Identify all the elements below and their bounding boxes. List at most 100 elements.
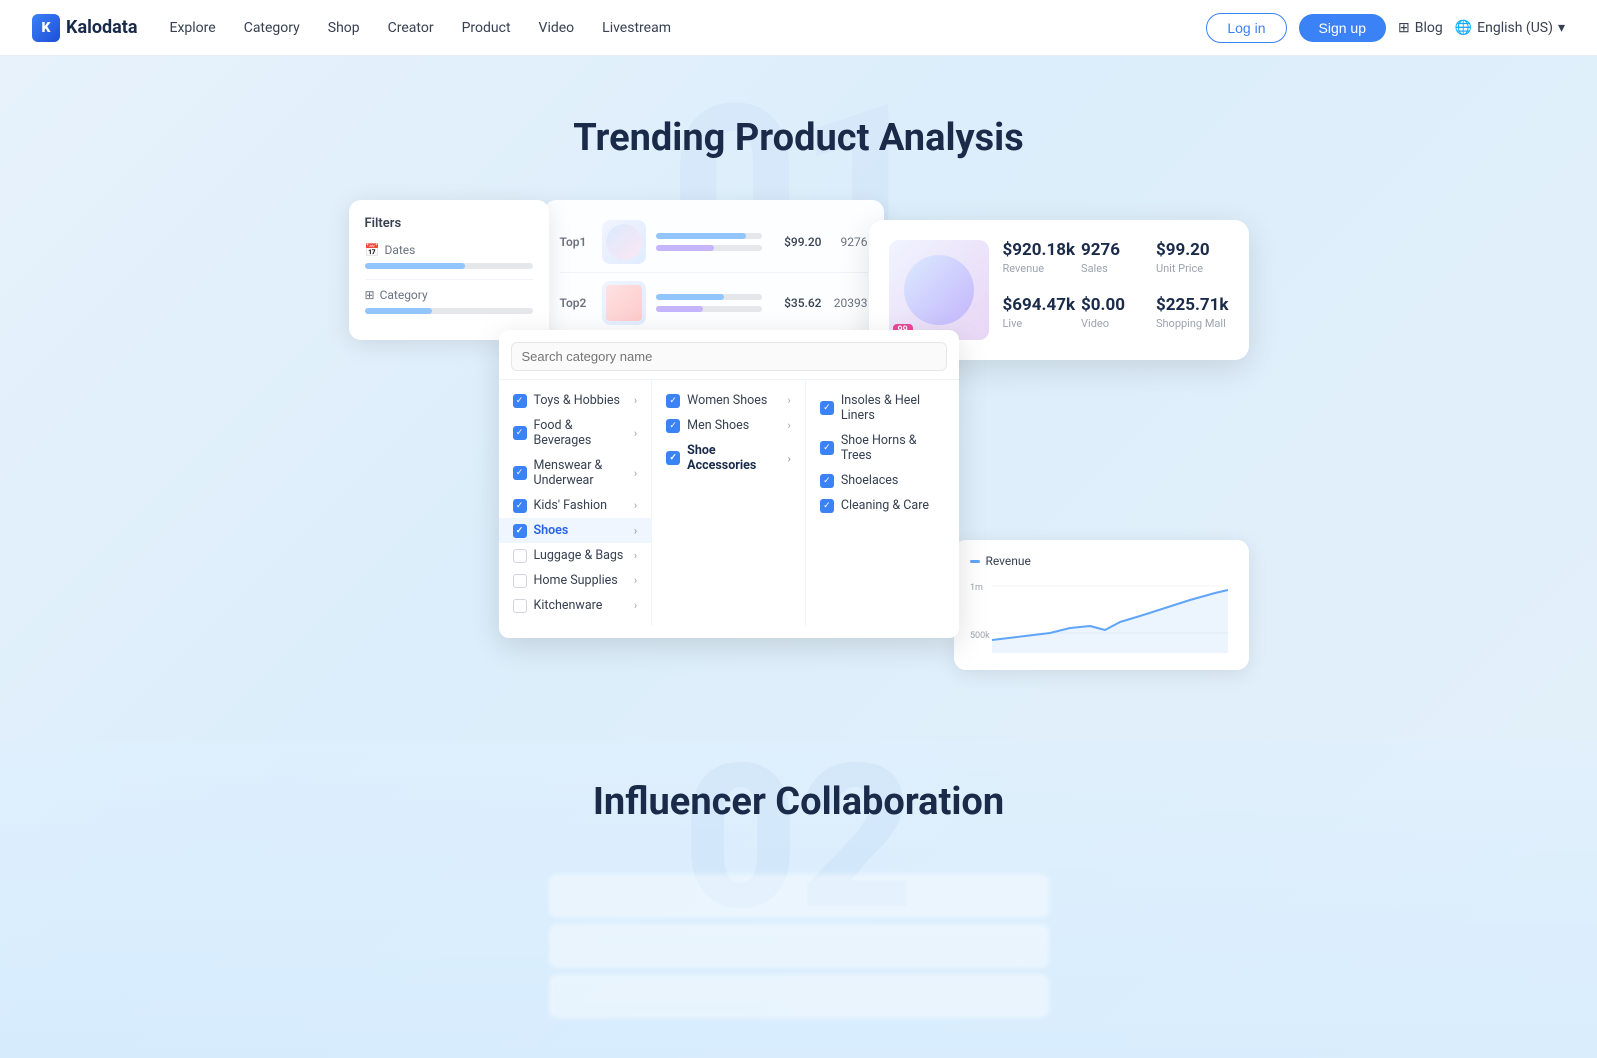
category-filter[interactable]: ⊞ Category	[365, 288, 533, 314]
cat-arrow-luggage: ›	[634, 549, 637, 562]
chart-svg: 1m 500k	[970, 578, 1230, 658]
thumb-img-2	[606, 285, 642, 321]
stat-video-value: $0.00	[1081, 295, 1150, 315]
chart-legend: Revenue	[970, 554, 1233, 568]
cat-food[interactable]: ✓ Food & Beverages ›	[499, 413, 652, 453]
product-bar-fill-2	[656, 294, 725, 300]
stat-video: $0.00 Video	[1081, 295, 1150, 340]
cat-shoe-horns[interactable]: ✓ Shoe Horns & Trees	[806, 428, 959, 468]
cat-insoles[interactable]: ✓ Insoles & Heel Liners	[806, 388, 959, 428]
stat-sales-value: 9276	[1081, 240, 1150, 260]
nav-links: Explore Category Shop Creator Product Vi…	[170, 20, 1207, 36]
stat-live: $694.47k Live	[1003, 295, 1076, 340]
cards-area: Filters 📅 Dates ⊞ Category	[349, 200, 1249, 660]
stat-unit-price-label: Unit Price	[1156, 262, 1229, 275]
dates-bar	[365, 263, 533, 269]
stat-shopping-label: Shopping Mall	[1156, 317, 1229, 330]
product-bar-fill-1	[656, 233, 746, 239]
cat-kids[interactable]: ✓ Kids' Fashion ›	[499, 493, 652, 518]
blog-icon: ⊞	[1398, 20, 1410, 36]
cat-check-women-shoes: ✓	[666, 394, 680, 408]
blurred-row-3	[549, 974, 1049, 1018]
dates-label: 📅 Dates	[365, 243, 533, 257]
product-thumb-1	[602, 220, 646, 264]
cat-men-shoes[interactable]: ✓ Men Shoes ›	[652, 413, 805, 438]
category-label: ⊞ Category	[365, 288, 533, 302]
cat-label-kids: Kids' Fashion	[534, 498, 608, 513]
rank-1: Top1	[560, 235, 592, 249]
category-col-3: ✓ Insoles & Heel Liners ✓ Shoe Horns & T…	[806, 380, 959, 626]
cat-arrow-menswear: ›	[634, 467, 637, 480]
language-selector[interactable]: 🌐 English (US) ▾	[1455, 20, 1565, 36]
cat-shoe-accessories[interactable]: ✓ Shoe Accessories ›	[652, 438, 805, 478]
influencer-title: Influencer Collaboration	[593, 780, 1004, 824]
cat-home[interactable]: Home Supplies ›	[499, 568, 652, 593]
nav-category[interactable]: Category	[244, 20, 300, 36]
grid-icon: ⊞	[365, 288, 375, 302]
product-bar-fill-1b	[656, 245, 714, 251]
cat-menswear[interactable]: ✓ Menswear & Underwear ›	[499, 453, 652, 493]
cat-women-shoes[interactable]: ✓ Women Shoes ›	[652, 388, 805, 413]
svg-text:1m: 1m	[970, 583, 983, 593]
globe-icon: 🌐	[1455, 20, 1472, 36]
nav-shop[interactable]: Shop	[328, 20, 360, 36]
signup-button[interactable]: Sign up	[1299, 14, 1386, 42]
table-row[interactable]: Top2 $35.62 20393	[560, 273, 868, 334]
nav-explore[interactable]: Explore	[170, 20, 216, 36]
cat-label-women-shoes: Women Shoes	[687, 393, 767, 408]
category-columns: ✓ Toys & Hobbies › ✓ Food & Beverages › …	[499, 380, 959, 626]
chart-area: 1m 500k	[970, 578, 1233, 658]
cat-luggage[interactable]: Luggage & Bags ›	[499, 543, 652, 568]
dates-filter[interactable]: 📅 Dates	[365, 243, 533, 269]
nav-creator[interactable]: Creator	[388, 20, 434, 36]
table-row[interactable]: Top1 $99.20 9276	[560, 212, 868, 273]
cat-kitchenware[interactable]: Kitchenware ›	[499, 593, 652, 618]
stat-live-value: $694.47k	[1003, 295, 1076, 315]
cat-check-shoe-acc: ✓	[666, 451, 680, 465]
blog-label: Blog	[1415, 20, 1443, 36]
cat-label-shoes: Shoes	[534, 523, 569, 538]
cat-check-insoles: ✓	[820, 401, 834, 415]
stat-revenue-value: $920.18k	[1003, 240, 1076, 260]
cat-arrow-shoe-acc: ›	[788, 452, 791, 465]
cat-shoelaces[interactable]: ✓ Shoelaces	[806, 468, 959, 493]
sales-2: 20393	[832, 296, 868, 310]
stat-sales: 9276 Sales	[1081, 240, 1150, 285]
cat-label-men-shoes: Men Shoes	[687, 418, 749, 433]
category-search-input[interactable]	[511, 342, 947, 371]
filter-divider	[365, 279, 533, 280]
cat-arrow-toys: ›	[634, 394, 637, 407]
blurred-row-1	[549, 874, 1049, 918]
stat-shopping-value: $225.71k	[1156, 295, 1229, 315]
logo[interactable]: K Kalodata	[32, 14, 138, 42]
login-button[interactable]: Log in	[1206, 13, 1286, 43]
cat-arrow-home: ›	[634, 574, 637, 587]
cat-arrow-kids: ›	[634, 499, 637, 512]
nav-product[interactable]: Product	[462, 20, 511, 36]
category-bar-inner	[365, 308, 432, 314]
cat-check-home	[513, 574, 527, 588]
blog-link[interactable]: ⊞ Blog	[1398, 20, 1443, 36]
nav-video[interactable]: Video	[539, 20, 575, 36]
stat-revenue-label: Revenue	[1003, 262, 1076, 275]
logo-icon: K	[32, 14, 60, 42]
chart-legend-label: Revenue	[986, 554, 1031, 568]
cat-shoes[interactable]: ✓ Shoes ›	[499, 518, 652, 543]
stat-sales-label: Sales	[1081, 262, 1150, 275]
price-2: $35.62	[772, 296, 822, 310]
navbar: K Kalodata Explore Category Shop Creator…	[0, 0, 1597, 56]
nav-livestream[interactable]: Livestream	[602, 20, 671, 36]
product-bar-1b	[656, 245, 762, 251]
cat-label-menswear: Menswear & Underwear	[534, 458, 627, 488]
category-search[interactable]	[499, 342, 959, 380]
stat-live-label: Live	[1003, 317, 1076, 330]
legend-dot	[970, 560, 980, 563]
cat-toys-hobbies[interactable]: ✓ Toys & Hobbies ›	[499, 388, 652, 413]
chart-area-fill	[992, 590, 1228, 653]
stat-unit-price: $99.20 Unit Price	[1156, 240, 1229, 285]
nav-actions: Log in Sign up ⊞ Blog 🌐 English (US) ▾	[1206, 13, 1565, 43]
sales-1: 9276	[832, 235, 868, 249]
cat-check-shoe-horns: ✓	[820, 441, 834, 455]
cat-cleaning[interactable]: ✓ Cleaning & Care	[806, 493, 959, 518]
product-bar-2b	[656, 306, 762, 312]
